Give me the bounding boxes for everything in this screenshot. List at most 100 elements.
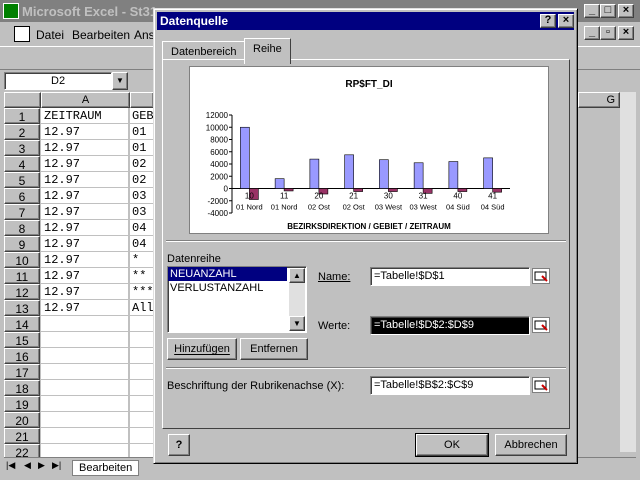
sheet-tab-bearbeiten[interactable]: Bearbeiten xyxy=(72,460,140,476)
bar xyxy=(448,161,459,189)
add-series-button[interactable]: Hinzufügen xyxy=(167,338,237,360)
sheet-nav-first-icon[interactable]: |◀ xyxy=(6,460,15,471)
row-header[interactable]: 21 xyxy=(4,428,40,444)
help-icon[interactable]: ? xyxy=(540,14,556,28)
row-header[interactable]: 15 xyxy=(4,332,40,348)
doc-restore-icon[interactable]: ▫ xyxy=(600,26,616,40)
row-header[interactable]: 16 xyxy=(4,348,40,364)
doc-minimize-icon[interactable]: _ xyxy=(584,26,600,40)
add-series-label: Hinzufügen xyxy=(174,343,230,355)
row-header[interactable]: 1 xyxy=(4,108,40,124)
row-header[interactable]: 11 xyxy=(4,268,40,284)
name-field[interactable]: =Tabelle!$D$1 xyxy=(370,267,530,286)
cell-a[interactable] xyxy=(41,316,129,332)
row-header[interactable]: 10 xyxy=(4,252,40,268)
menu-datei[interactable]: Datei xyxy=(36,28,64,42)
rubrik-label: Beschriftung der Rubrikenachse (X): xyxy=(167,380,345,392)
column-header-g[interactable]: G xyxy=(578,92,620,108)
right-scrollbar[interactable] xyxy=(620,92,636,452)
close-icon[interactable]: × xyxy=(558,14,574,28)
row-header[interactable]: 20 xyxy=(4,412,40,428)
row-header[interactable]: 17 xyxy=(4,364,40,380)
select-all-corner[interactable] xyxy=(4,92,41,108)
cell-a[interactable]: ZEITRAUM xyxy=(41,108,129,124)
row-header[interactable]: 5 xyxy=(4,172,40,188)
scroll-down-icon[interactable]: ▼ xyxy=(289,316,305,331)
cell-a[interactable]: 12.97 xyxy=(41,300,129,316)
row-header[interactable]: 9 xyxy=(4,236,40,252)
cell-a[interactable]: 12.97 xyxy=(41,268,129,284)
category-code-label: 31 xyxy=(419,192,428,201)
ok-button[interactable]: OK xyxy=(415,433,489,457)
series-list-item[interactable]: VERLUSTANZAHL xyxy=(168,281,287,295)
cell-a[interactable] xyxy=(41,380,129,396)
cell-a[interactable]: 12.97 xyxy=(41,236,129,252)
row-header[interactable]: 13 xyxy=(4,300,40,316)
namebox[interactable]: D2 xyxy=(4,72,112,90)
collapse-dialog-icon[interactable] xyxy=(532,268,550,284)
menu-ansicht[interactable]: Ans xyxy=(134,28,155,42)
cell-a[interactable] xyxy=(41,332,129,348)
row-header[interactable]: 2 xyxy=(4,124,40,140)
werte-field[interactable]: =Tabelle!$D$2:$D$9 xyxy=(370,316,530,335)
category-code-label: 30 xyxy=(384,192,393,201)
office-assistant-button[interactable]: ? xyxy=(168,434,190,456)
cell-a[interactable] xyxy=(41,364,129,380)
rubrik-field[interactable]: =Tabelle!$B$2:$C$9 xyxy=(370,376,530,395)
row-header[interactable]: 6 xyxy=(4,188,40,204)
menu-bearbeiten[interactable]: Bearbeiten xyxy=(72,28,130,42)
row-header[interactable]: 19 xyxy=(4,396,40,412)
listbox-scrollbar[interactable]: ▲ ▼ xyxy=(289,268,305,331)
row-header[interactable]: 14 xyxy=(4,316,40,332)
minimize-icon[interactable]: _ xyxy=(584,4,600,18)
cell-a[interactable]: 12.97 xyxy=(41,252,129,268)
cell-a[interactable] xyxy=(41,428,129,444)
close-icon[interactable]: × xyxy=(618,4,634,18)
row-header[interactable]: 8 xyxy=(4,220,40,236)
category-label: 02 Ost xyxy=(343,203,366,212)
cell-a[interactable]: 12.97 xyxy=(41,188,129,204)
cell-a[interactable]: 12.97 xyxy=(41,156,129,172)
cell-a[interactable]: 12.97 xyxy=(41,140,129,156)
tab-reihe[interactable]: Reihe xyxy=(244,38,291,64)
x-axis-title: BEZIRKSDIREKTION / GEBIET / ZEITRAUM xyxy=(287,222,451,231)
bar xyxy=(240,126,250,189)
row-header[interactable]: 3 xyxy=(4,140,40,156)
datenreihe-label: Datenreihe xyxy=(167,253,221,265)
series-list-item[interactable]: NEUANZAHL xyxy=(168,267,287,281)
sheet-nav-prev-icon[interactable]: ◀ xyxy=(24,460,31,471)
category-code-label: 20 xyxy=(314,192,323,201)
excel-app-icon[interactable] xyxy=(3,3,19,19)
sheet-nav-last-icon[interactable]: ▶| xyxy=(52,460,61,471)
maximize-icon[interactable]: □ xyxy=(600,4,616,18)
row-header[interactable]: 18 xyxy=(4,380,40,396)
cell-a[interactable]: 12.97 xyxy=(41,220,129,236)
y-tick-label: -4000 xyxy=(208,209,229,218)
cell-a[interactable] xyxy=(41,396,129,412)
remove-series-button[interactable]: Entfernen xyxy=(240,338,308,360)
cell-a[interactable] xyxy=(41,412,129,428)
bar xyxy=(309,158,320,189)
cell-a[interactable]: 12.97 xyxy=(41,124,129,140)
category-label: 03 West xyxy=(409,203,437,212)
cancel-button[interactable]: Abbrechen xyxy=(495,434,567,456)
column-header-b[interactable] xyxy=(130,92,154,108)
doc-close-icon[interactable]: × xyxy=(618,26,634,40)
category-code-label: 21 xyxy=(349,192,358,201)
sheet-nav-next-icon[interactable]: ▶ xyxy=(38,460,45,471)
row-header[interactable]: 4 xyxy=(4,156,40,172)
scroll-up-icon[interactable]: ▲ xyxy=(289,268,305,283)
workbook-icon[interactable] xyxy=(14,26,30,42)
collapse-dialog-icon[interactable] xyxy=(532,377,550,393)
name-label: Name: xyxy=(318,271,351,283)
row-header[interactable]: 12 xyxy=(4,284,40,300)
column-header-a[interactable]: A xyxy=(41,92,130,108)
cell-a[interactable]: 12.97 xyxy=(41,172,129,188)
cell-a[interactable]: 12.97 xyxy=(41,284,129,300)
row-header[interactable]: 7 xyxy=(4,204,40,220)
chevron-down-icon[interactable]: ▼ xyxy=(112,72,128,90)
cell-a[interactable] xyxy=(41,348,129,364)
series-listbox[interactable]: NEUANZAHL VERLUSTANZAHL ▲ ▼ xyxy=(167,266,307,333)
collapse-dialog-icon[interactable] xyxy=(532,317,550,333)
cell-a[interactable]: 12.97 xyxy=(41,204,129,220)
